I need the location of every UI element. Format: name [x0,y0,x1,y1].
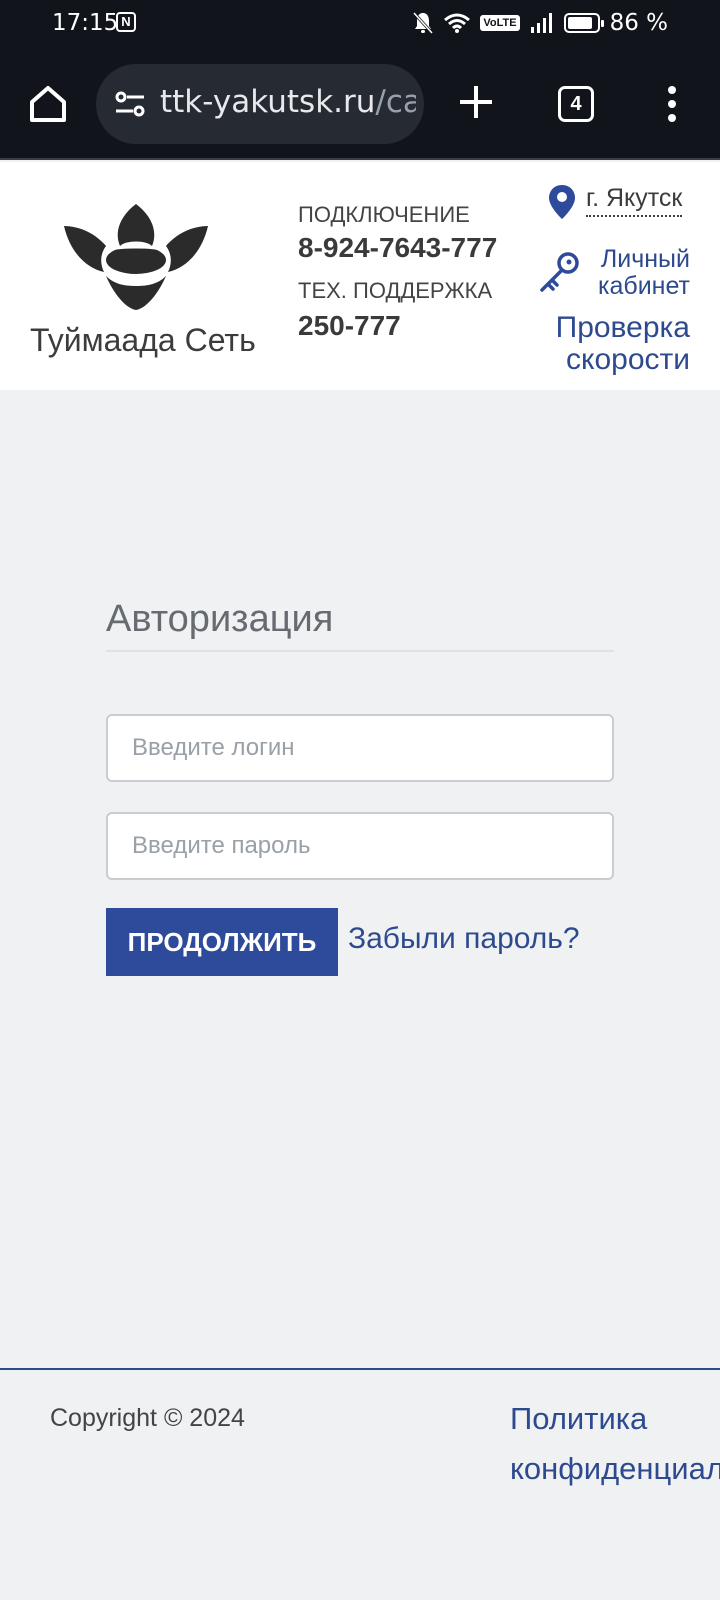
city-selector[interactable]: г. Якутск [586,184,683,217]
auth-title: Авторизация [106,598,334,640]
address-bar[interactable]: ttk-yakutsk.ru/ca [96,64,424,144]
copyright-text: Copyright © 2024 [50,1404,245,1432]
bell-muted-icon [413,11,434,35]
url-path: /ca [375,84,416,120]
speed-test-link[interactable]: Проверка скорости [530,312,690,376]
forgot-password-link[interactable]: Забыли пароль? [348,922,580,956]
nfc-icon: N [116,12,136,32]
privacy-policy-link[interactable]: Политика конфиденциальности [510,1394,720,1494]
wifi-icon [444,13,471,33]
connection-label: ПОДКЛЮЧЕНИЕ [298,202,470,227]
login-input[interactable] [106,714,614,782]
status-icons: VoLTE 86 % [412,8,668,38]
footer-divider [0,1368,720,1370]
speed-line-2: скорости [565,343,690,376]
home-icon[interactable] [26,82,70,126]
status-time: 17:15 [52,10,119,36]
site-settings-icon[interactable] [114,90,146,118]
auth-divider [106,650,614,652]
volte-icon: VoLTE [480,15,520,31]
site-header: Туймаада Сеть ПОДКЛЮЧЕНИЕ 8-924-7643-777… [0,162,720,390]
browser-toolbar: ttk-yakutsk.ru/ca 4 [0,46,720,160]
support-label: ТЕХ. ПОДДЕРЖКА [298,278,493,303]
signal-icon [530,13,552,33]
speed-line-1: Проверка [555,311,690,344]
connection-phone-link[interactable]: 8-924-7643-777 [298,232,497,264]
new-tab-icon[interactable] [456,82,496,122]
status-bar: 17:15 N VoLTE 86 % [0,0,720,46]
continue-button[interactable]: ПРОДОЛЖИТЬ [106,908,338,976]
battery-percent: 86 % [609,10,668,36]
more-menu-icon[interactable] [664,82,680,126]
cabinet-line-1: Личный [600,245,690,273]
personal-account-link[interactable]: Личный кабинет [570,246,690,300]
battery-level [567,17,592,29]
lotus-logo-icon[interactable] [62,202,210,312]
policy-line-2: конфиденциальности [510,1451,720,1486]
brand-name[interactable]: Туймаада Сеть [30,322,256,359]
location-pin-icon [549,185,575,219]
url-text[interactable]: ttk-yakutsk.ru/ca [160,84,416,120]
support-phone-link[interactable]: 250-777 [298,310,401,342]
url-domain: ttk-yakutsk.ru [160,84,376,120]
policy-line-1: Политика [510,1401,648,1436]
battery-icon [563,13,604,33]
cabinet-line-2: кабинет [597,272,690,300]
password-input[interactable] [106,812,614,880]
tab-switcher-button[interactable]: 4 [558,86,594,122]
